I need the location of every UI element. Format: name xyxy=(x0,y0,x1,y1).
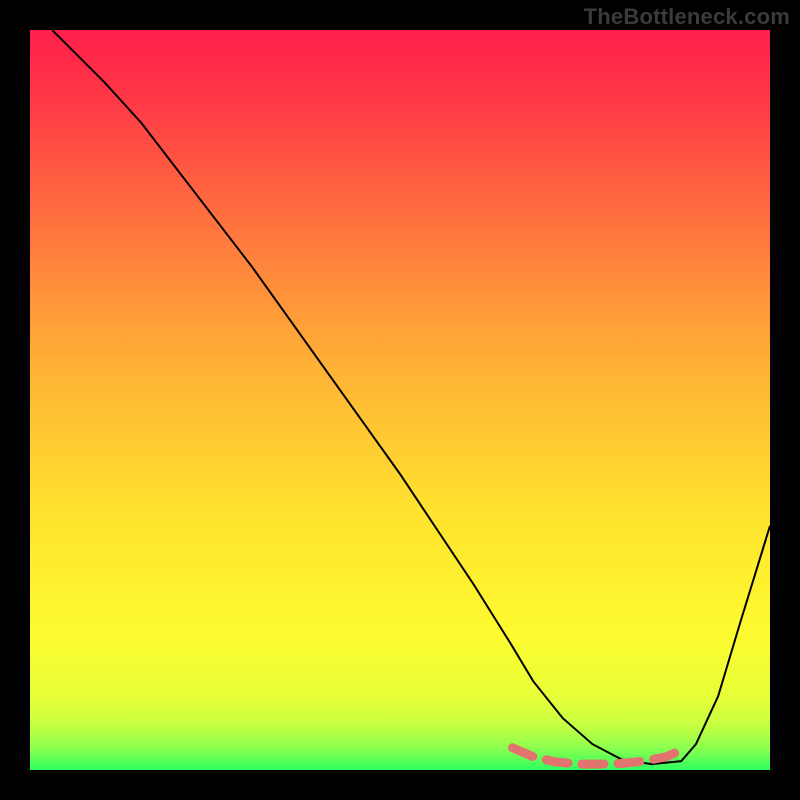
chart-svg xyxy=(30,30,770,770)
watermark-text: TheBottleneck.com xyxy=(584,4,790,30)
plot-area xyxy=(30,30,770,770)
chart-frame: TheBottleneck.com xyxy=(0,0,800,800)
gradient-background xyxy=(30,30,770,770)
